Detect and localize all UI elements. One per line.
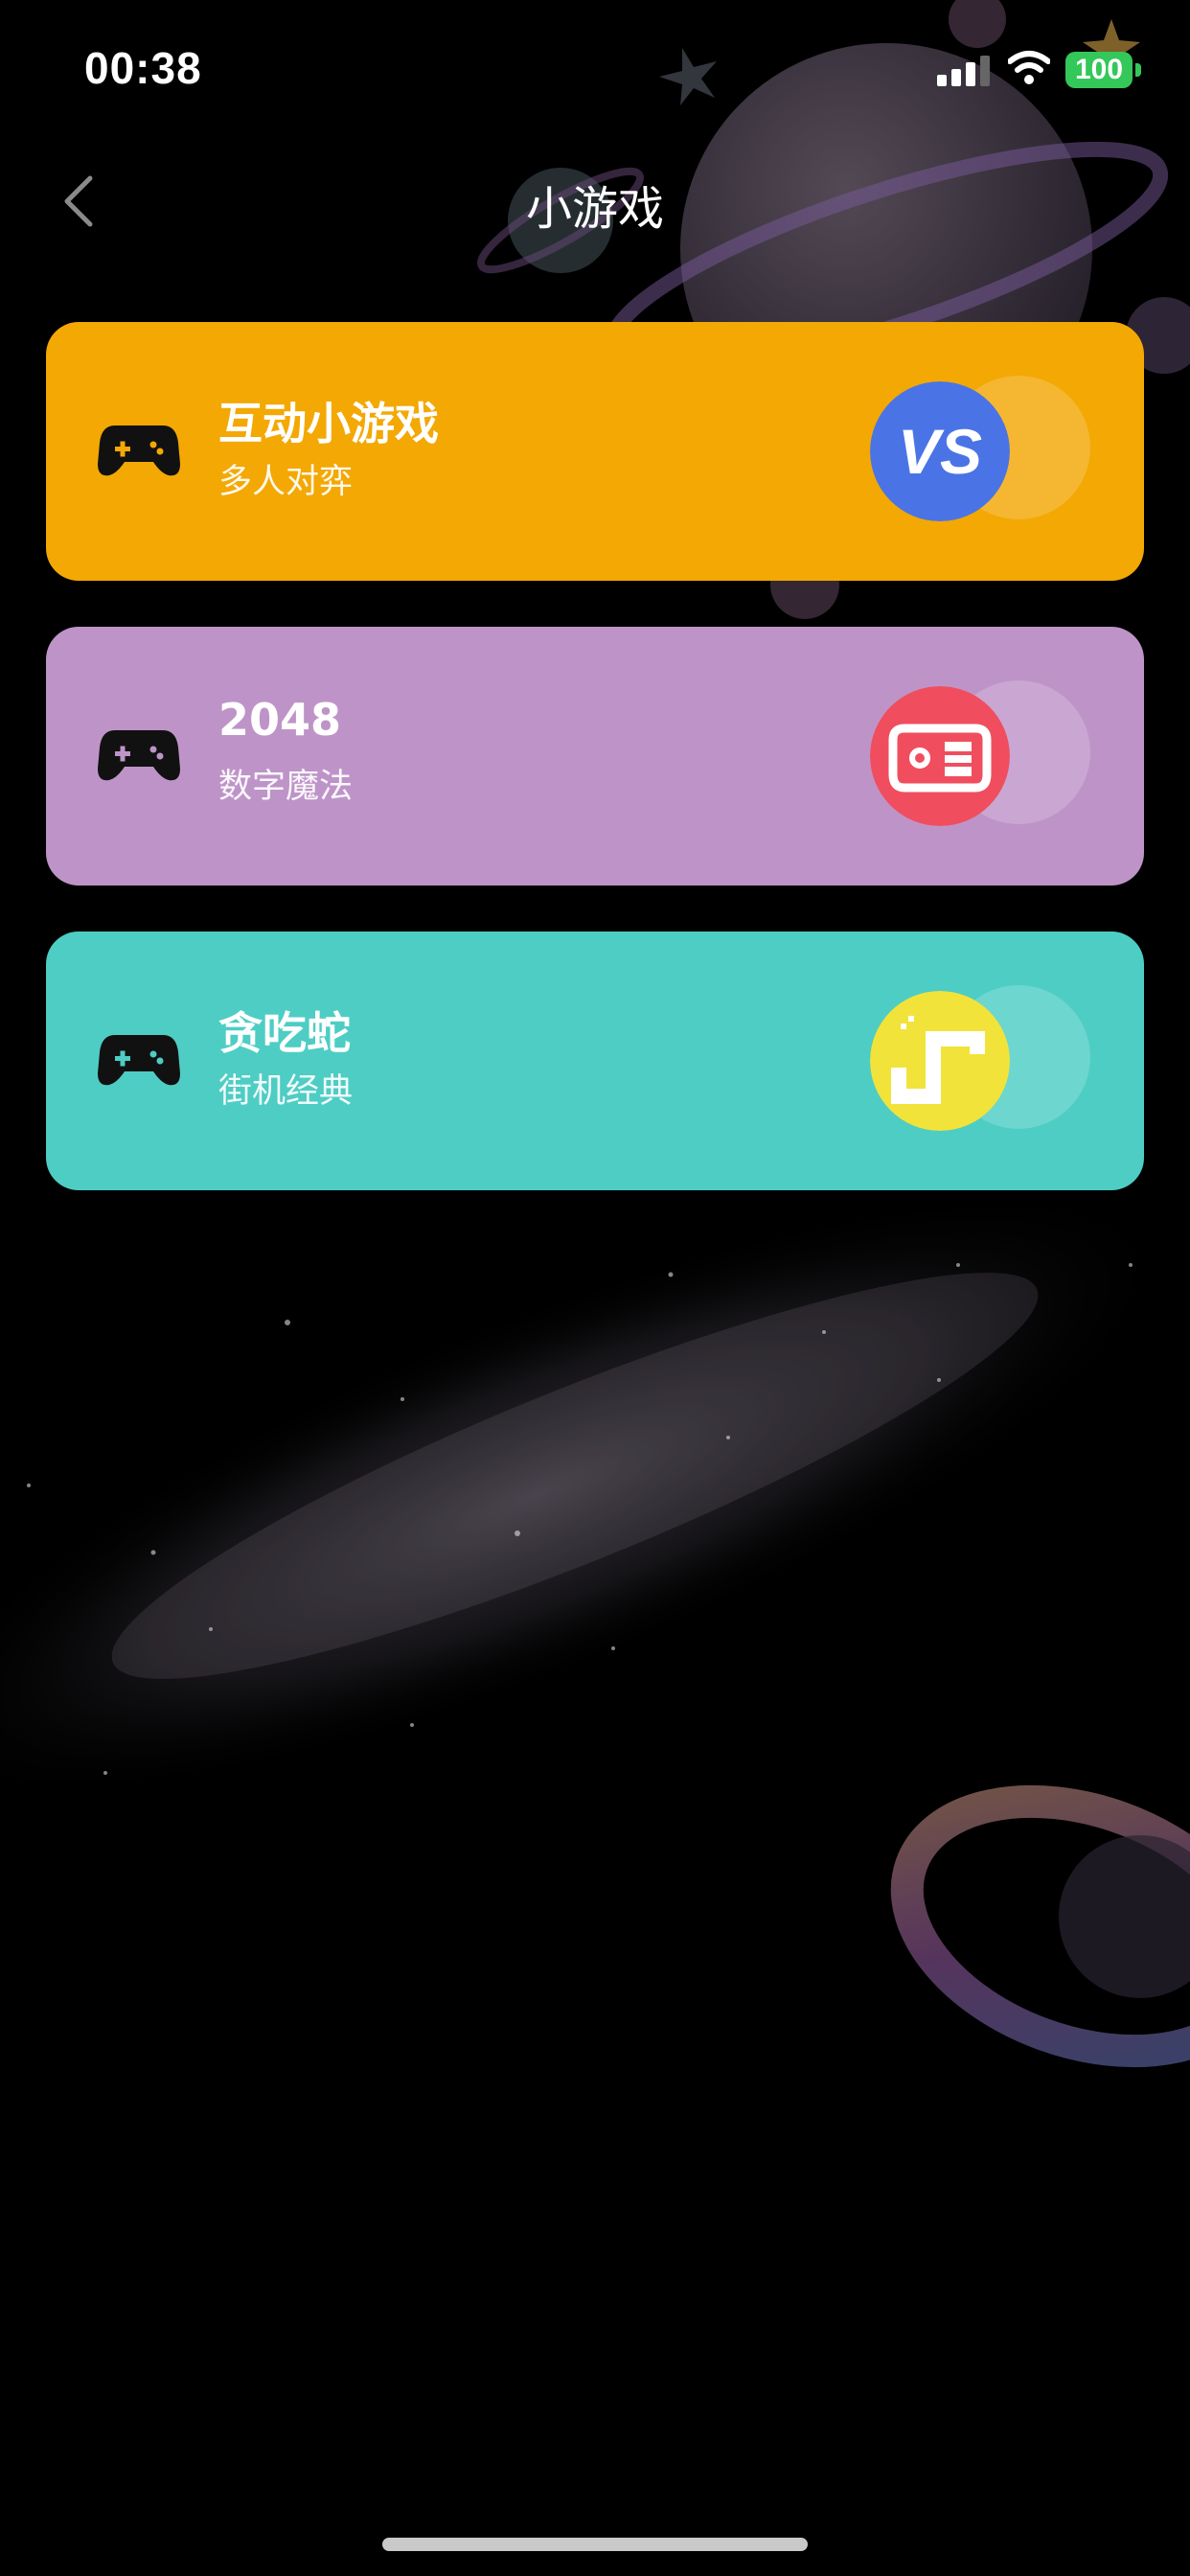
game-subtitle: 多人对弈	[218, 463, 354, 501]
game-controller-badge-icon	[870, 686, 1010, 826]
cellular-signal-icon	[937, 56, 990, 86]
home-indicator[interactable]	[382, 2538, 808, 2551]
page-title: 小游戏	[525, 182, 664, 236]
snake-icon	[870, 991, 1010, 1131]
game-title: 贪吃蛇	[218, 1007, 351, 1059]
game-card-2048[interactable]: 2048 数字魔法	[46, 627, 1144, 886]
game-subtitle: 数字魔法	[218, 768, 354, 806]
status-bar: 00:38 100	[0, 0, 1190, 134]
game-card-snake[interactable]: 贪吃蛇 街机经典	[46, 932, 1144, 1190]
gamepad-icon	[98, 426, 180, 476]
status-time: 00:38	[84, 43, 202, 93]
battery-indicator: 100	[1065, 52, 1133, 88]
game-card-interactive[interactable]: 互动小游戏 多人对弈 VS	[46, 322, 1144, 581]
battery-cap	[1135, 63, 1141, 77]
gamepad-icon	[98, 1035, 180, 1086]
vs-icon: VS	[870, 381, 1010, 521]
wifi-icon	[1008, 51, 1050, 84]
game-title: 互动小游戏	[218, 398, 439, 449]
gamepad-icon	[98, 730, 180, 781]
navigation-bar: 小游戏	[0, 153, 1190, 249]
svg-text:VS: VS	[898, 416, 982, 487]
game-title: 2048	[218, 694, 342, 746]
game-subtitle: 街机经典	[218, 1072, 354, 1111]
